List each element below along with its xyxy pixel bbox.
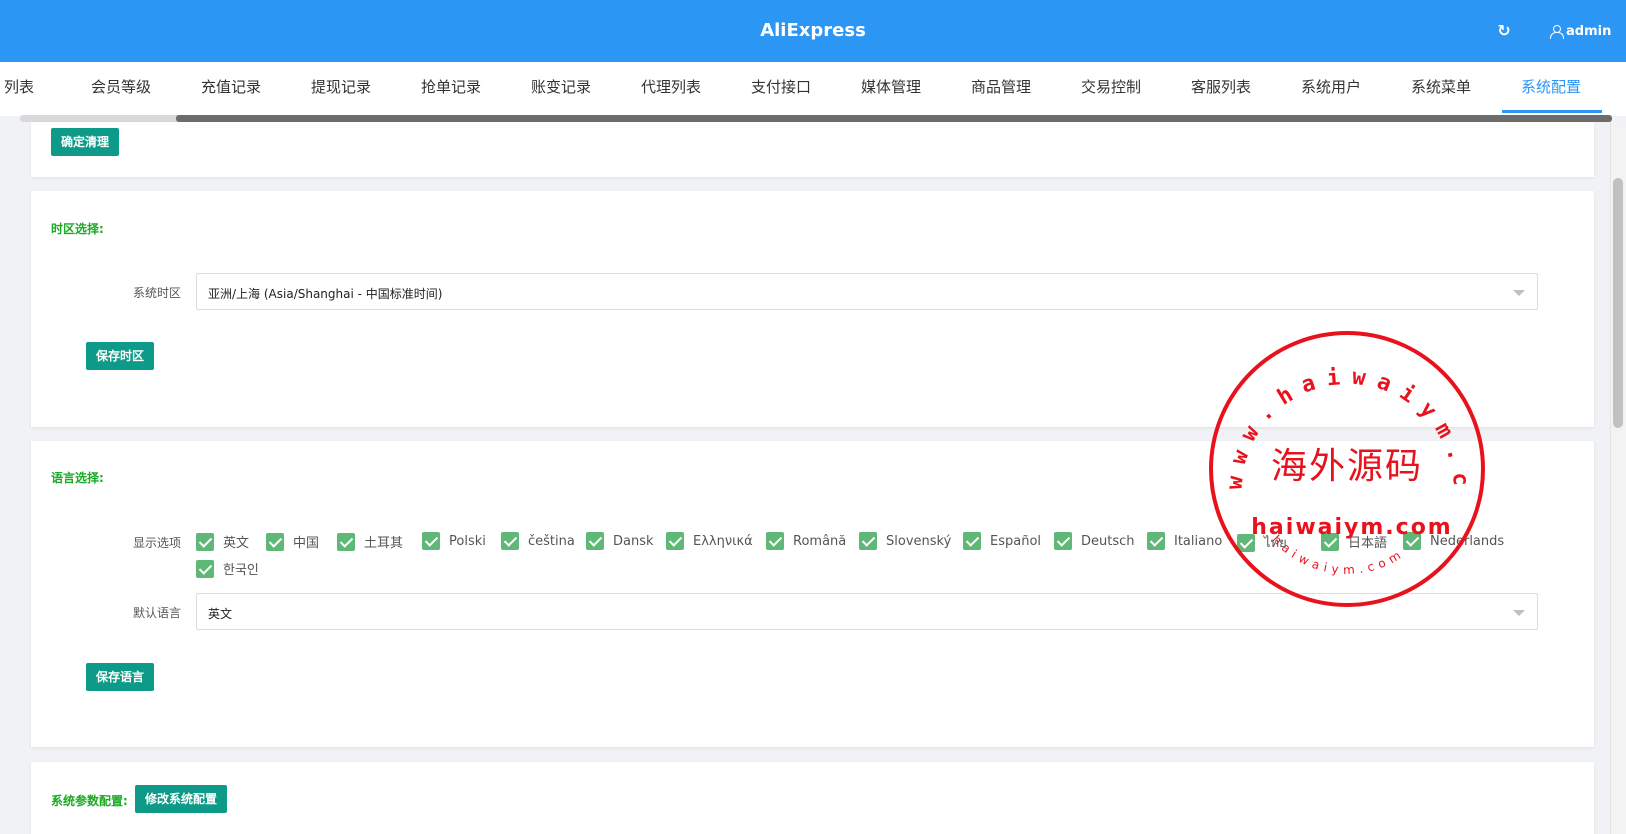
system-config-section-title: 系统参数配置: bbox=[51, 794, 128, 808]
checkbox-checked-icon bbox=[666, 532, 684, 550]
timezone-select[interactable]: 亚洲/上海 (Asia/Shanghai - 中国标准时间) bbox=[196, 273, 1538, 310]
checkbox-checked-icon bbox=[766, 532, 784, 550]
default-language-value: 英文 bbox=[208, 607, 233, 621]
language-option[interactable]: Deutsch bbox=[1054, 532, 1135, 550]
refresh-icon[interactable]: ↻ bbox=[1495, 22, 1513, 40]
user-menu[interactable]: admin bbox=[1550, 24, 1611, 39]
language-option[interactable]: ไทย bbox=[1237, 532, 1287, 553]
checkbox-checked-icon bbox=[266, 532, 284, 551]
tab-customer-service[interactable]: 客服列表 bbox=[1191, 76, 1251, 97]
language-option[interactable]: 英文 bbox=[196, 532, 249, 551]
language-section-title: 语言选择: bbox=[51, 471, 104, 485]
tab-member-level[interactable]: 会员等级 bbox=[91, 76, 151, 97]
top-header: AliExpress ↻ admin bbox=[0, 0, 1626, 62]
tab-system-config[interactable]: 系统配置 bbox=[1521, 76, 1581, 97]
active-tab-indicator bbox=[1502, 110, 1602, 113]
tab-product-management[interactable]: 商品管理 bbox=[971, 76, 1031, 97]
language-option[interactable]: Polski bbox=[422, 532, 486, 550]
default-language-select[interactable]: 英文 bbox=[196, 593, 1538, 630]
tab-payment-interface[interactable]: 支付接口 bbox=[751, 76, 811, 97]
checkbox-checked-icon bbox=[1237, 533, 1255, 552]
language-option[interactable]: 土耳其 bbox=[337, 532, 403, 551]
language-option[interactable]: Nederlands bbox=[1403, 532, 1504, 550]
language-option[interactable]: Română bbox=[766, 532, 846, 550]
tab-order-records[interactable]: 抢单记录 bbox=[421, 76, 481, 97]
tab-recharge-records[interactable]: 充值记录 bbox=[201, 76, 261, 97]
system-config-card: 系统参数配置: 修改系统配置 bbox=[31, 762, 1594, 834]
clear-data-card: 确定清理 bbox=[31, 122, 1594, 177]
checkbox-checked-icon bbox=[196, 532, 214, 551]
checkbox-checked-icon bbox=[1054, 532, 1072, 550]
confirm-clear-button[interactable]: 确定清理 bbox=[51, 128, 120, 156]
checkbox-checked-icon bbox=[1147, 532, 1165, 550]
timezone-section-title: 时区选择: bbox=[51, 222, 104, 236]
tab-list[interactable]: 列表 bbox=[4, 76, 34, 97]
tab-system-users[interactable]: 系统用户 bbox=[1301, 76, 1361, 97]
checkbox-checked-icon bbox=[963, 532, 981, 550]
tab-bar: 列表 会员等级 充值记录 提现记录 抢单记录 账变记录 代理列表 支付接口 媒体… bbox=[0, 62, 1626, 116]
language-option[interactable]: Slovenský bbox=[859, 532, 951, 550]
edit-system-config-button[interactable]: 修改系统配置 bbox=[135, 785, 228, 813]
language-option[interactable]: Español bbox=[963, 532, 1041, 550]
display-options-label: 显示选项 bbox=[132, 536, 181, 550]
checkbox-checked-icon bbox=[859, 532, 877, 550]
checkbox-checked-icon bbox=[337, 532, 355, 551]
language-option[interactable]: 日本語 bbox=[1321, 532, 1387, 551]
language-option[interactable]: Dansk bbox=[586, 532, 654, 550]
timezone-card: 时区选择: 系统时区 亚洲/上海 (Asia/Shanghai - 中国标准时间… bbox=[31, 191, 1594, 427]
language-card: 语言选择: 显示选项 英文 中国 土耳其 Polski čeština Dans… bbox=[31, 441, 1594, 747]
tab-trade-control[interactable]: 交易控制 bbox=[1081, 76, 1141, 97]
language-option[interactable]: čeština bbox=[501, 532, 575, 550]
tab-balance-records[interactable]: 账变记录 bbox=[531, 76, 591, 97]
language-option[interactable]: Ελληνικά bbox=[666, 532, 753, 550]
save-timezone-button[interactable]: 保存时区 bbox=[86, 342, 155, 370]
tab-withdraw-records[interactable]: 提现记录 bbox=[311, 76, 371, 97]
language-option[interactable]: 한국인 bbox=[196, 559, 259, 578]
user-icon bbox=[1550, 25, 1564, 39]
checkbox-checked-icon bbox=[196, 559, 214, 578]
tab-media-management[interactable]: 媒体管理 bbox=[861, 76, 921, 97]
save-language-button[interactable]: 保存语言 bbox=[86, 663, 155, 691]
default-language-label: 默认语言 bbox=[132, 606, 181, 620]
tabs-scrollbar-thumb[interactable] bbox=[176, 115, 1612, 122]
checkbox-checked-icon bbox=[1321, 532, 1339, 551]
checkbox-checked-icon bbox=[501, 532, 519, 550]
language-option[interactable]: Italiano bbox=[1147, 532, 1222, 550]
timezone-label: 系统时区 bbox=[132, 286, 181, 300]
checkbox-checked-icon bbox=[422, 532, 440, 550]
tab-system-menu[interactable]: 系统菜单 bbox=[1411, 76, 1471, 97]
user-label: admin bbox=[1566, 24, 1612, 39]
chevron-down-icon bbox=[1513, 610, 1525, 616]
language-option[interactable]: 中国 bbox=[266, 532, 319, 551]
chevron-down-icon bbox=[1513, 290, 1525, 296]
checkbox-checked-icon bbox=[586, 532, 604, 550]
checkbox-checked-icon bbox=[1403, 532, 1421, 550]
page-scrollbar-thumb[interactable] bbox=[1613, 178, 1623, 428]
app-title: AliExpress bbox=[760, 20, 866, 41]
timezone-value: 亚洲/上海 (Asia/Shanghai - 中国标准时间) bbox=[208, 287, 443, 301]
tab-agent-list[interactable]: 代理列表 bbox=[641, 76, 701, 97]
